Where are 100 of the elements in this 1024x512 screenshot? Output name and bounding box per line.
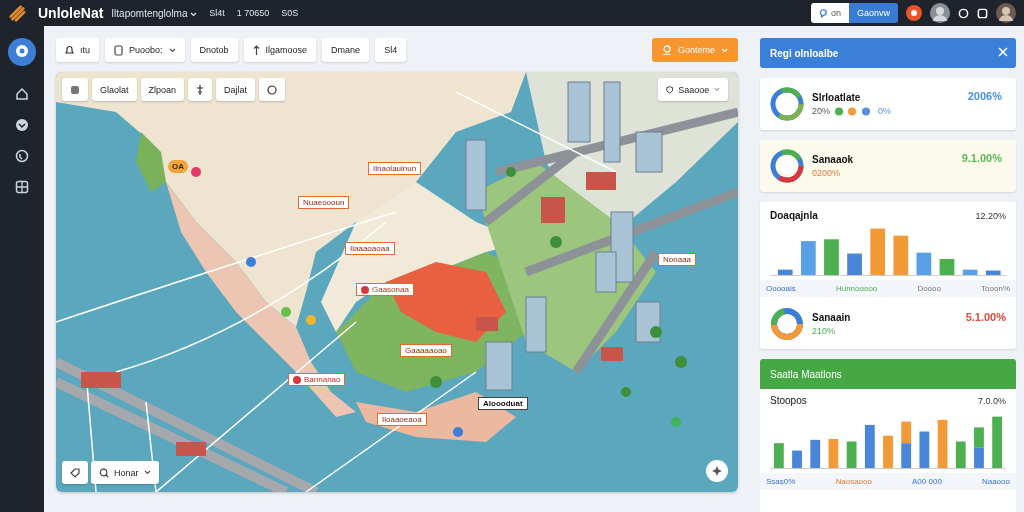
chart-title: Stoopos (770, 395, 807, 406)
move-button[interactable] (188, 78, 213, 101)
stat-text: S0S (281, 8, 299, 18)
tower-building (465, 139, 487, 211)
toolbar-button[interactable]: Dmane (322, 38, 370, 62)
metric-name: Sanaain (812, 312, 852, 323)
chart-bar (801, 241, 816, 275)
toolbar-button[interactable]: Ilgamoose (243, 38, 317, 62)
map-pin-icon[interactable] (191, 167, 201, 177)
user-icon (661, 45, 672, 55)
close-icon (998, 47, 1008, 57)
chart-legend-label: Ooooais (766, 284, 796, 293)
document-icon (114, 44, 123, 56)
tower-building (525, 296, 547, 353)
user-avatar-icon[interactable] (8, 38, 36, 66)
square-icon (70, 84, 80, 95)
pin-icon (293, 375, 301, 384)
toolbar-button[interactable]: Puoobo: (105, 38, 185, 62)
map-label: Nuaeoooun (298, 196, 350, 209)
chart-legend-label: Hunnooooo (835, 284, 878, 293)
toolbar-button[interactable]: Sl4 (375, 38, 407, 62)
tower-building (485, 341, 513, 391)
metric-name: Sanaaok (812, 154, 855, 165)
chart-bar (939, 258, 955, 275)
chart-legend-label: A00 000 (912, 477, 942, 486)
chart-value: 12.20% (975, 210, 1006, 221)
tag-icon (70, 467, 80, 478)
tree-icon (506, 167, 516, 177)
help-icon[interactable] (958, 7, 969, 19)
chart-legend-label: Tooon% (981, 284, 1010, 293)
chart-bar (847, 253, 862, 275)
chart-bar (985, 270, 1001, 275)
home-icon[interactable] (15, 87, 29, 101)
chart-legend-label: Doooo (917, 284, 941, 293)
map-tool-button[interactable]: Glaolat (92, 78, 137, 101)
window-icon[interactable] (977, 7, 988, 19)
primary-button[interactable]: Gaonvw (848, 3, 898, 23)
menu-dropdown[interactable]: Iltapomtenglolma (111, 7, 198, 19)
stat-text: 1 70650 (236, 8, 270, 18)
map-pin-icon[interactable] (246, 257, 256, 267)
avatar-icon[interactable] (996, 3, 1016, 23)
bell-icon (65, 45, 74, 55)
chart-bar (974, 447, 984, 468)
chart-title: Doaqajnla (770, 210, 818, 221)
logo-icon (8, 4, 26, 22)
toggle-button[interactable]: on (810, 3, 849, 23)
metric-value: 5.1.00% (965, 311, 1006, 323)
caret-icon (143, 470, 151, 475)
house-building (601, 347, 623, 361)
chart-legend-label: Ssas0% (766, 477, 796, 486)
circle-icon (267, 84, 278, 95)
donut-icon (770, 87, 804, 121)
chart-legend-label: Naaooo (981, 477, 1010, 486)
chart-bar (937, 419, 948, 468)
search-icon (99, 467, 109, 478)
chart-bar (893, 235, 909, 275)
tag-button[interactable] (62, 461, 88, 484)
avatar-icon[interactable] (930, 3, 950, 23)
move-icon (196, 84, 205, 95)
chart-bar (810, 439, 821, 468)
tree-icon (550, 236, 562, 248)
house-building (541, 197, 565, 223)
toolbar-button[interactable]: ıtu (56, 38, 99, 62)
search-dropdown[interactable]: Honar (91, 461, 159, 484)
layer-dropdown[interactable]: Saaooe (658, 78, 728, 101)
tree-icon (650, 326, 662, 338)
map-drawing[interactable] (56, 72, 738, 492)
panel-title: Regi olnloalbe (770, 47, 839, 59)
app-name: UnloleNat (38, 5, 104, 21)
section-title: Saatla Maatlons (770, 368, 842, 380)
metric-value: 9.1.00% (961, 152, 1002, 164)
map-tool-button[interactable]: Dajlat (216, 78, 256, 101)
metric-name: Slrloatlate (812, 92, 862, 103)
house-building (586, 172, 616, 190)
tower-building (635, 131, 663, 173)
tree-icon (430, 376, 442, 388)
metric-subvalue: 210% (812, 326, 837, 336)
chart-bar (901, 421, 912, 444)
map-label: Nonaaa (658, 253, 697, 266)
chart-bar (824, 239, 839, 275)
chart-bar (919, 431, 930, 468)
map-label: Ilaaaoaoaa (345, 242, 395, 255)
notification-icon[interactable] (906, 5, 922, 21)
metric-value: 2006% (967, 90, 1002, 102)
chart-bar (864, 424, 875, 468)
map-tool-button[interactable]: Zlpoan (140, 78, 185, 101)
toolbar-button[interactable]: Dnotob (190, 38, 238, 62)
chart-bar (955, 441, 966, 468)
map-label: Aloooduat (478, 397, 528, 410)
house-building (476, 317, 498, 331)
circle-button[interactable] (259, 78, 286, 101)
caret-icon (190, 11, 198, 17)
stat-text: Sl4t (209, 8, 225, 18)
chart-bar (962, 269, 978, 275)
forest-area (136, 132, 166, 192)
layers-button[interactable] (62, 78, 88, 101)
chart-bar (792, 450, 802, 468)
grid-icon[interactable] (15, 180, 29, 194)
chart-bar (773, 443, 784, 468)
chat-icon (818, 8, 828, 18)
